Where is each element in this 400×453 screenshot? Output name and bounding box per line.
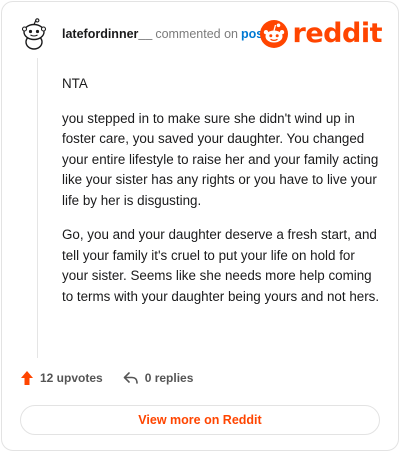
commented-on-text: commented on bbox=[155, 27, 238, 41]
upvote-arrow-icon bbox=[21, 371, 33, 385]
reddit-logo-icon bbox=[259, 20, 288, 48]
upvote-button[interactable]: 12 upvotes bbox=[20, 370, 103, 386]
reddit-logo[interactable]: reddit bbox=[259, 18, 383, 50]
comment-paragraph: you stepped in to make sure she didn't w… bbox=[62, 110, 379, 208]
comment-header: latefordinner__ commented on post reddit bbox=[18, 16, 383, 52]
view-more-button[interactable]: View more on Reddit bbox=[20, 405, 380, 435]
reply-arrow-icon bbox=[123, 372, 138, 384]
comment-body: NTA you stepped in to make sure she didn… bbox=[62, 74, 380, 321]
snoo-avatar-icon[interactable] bbox=[18, 18, 50, 50]
comment-actions: 12 upvotes 0 replies bbox=[20, 370, 193, 386]
reply-count: 0 replies bbox=[144, 371, 194, 385]
reddit-wordmark: reddit bbox=[292, 18, 383, 49]
comment-meta: latefordinner__ commented on post bbox=[62, 26, 267, 42]
username-link[interactable]: latefordinner__ bbox=[62, 27, 152, 41]
comment-paragraph: Go, you and your daughter deserve a fres… bbox=[62, 227, 380, 304]
replies-button[interactable]: 0 replies bbox=[123, 371, 194, 385]
reddit-comment-embed-card: latefordinner__ commented on post reddit N… bbox=[1, 1, 399, 451]
thread-line bbox=[37, 58, 38, 358]
comment-paragraph: NTA bbox=[62, 76, 88, 91]
upvote-count: 12 upvotes bbox=[40, 371, 103, 385]
